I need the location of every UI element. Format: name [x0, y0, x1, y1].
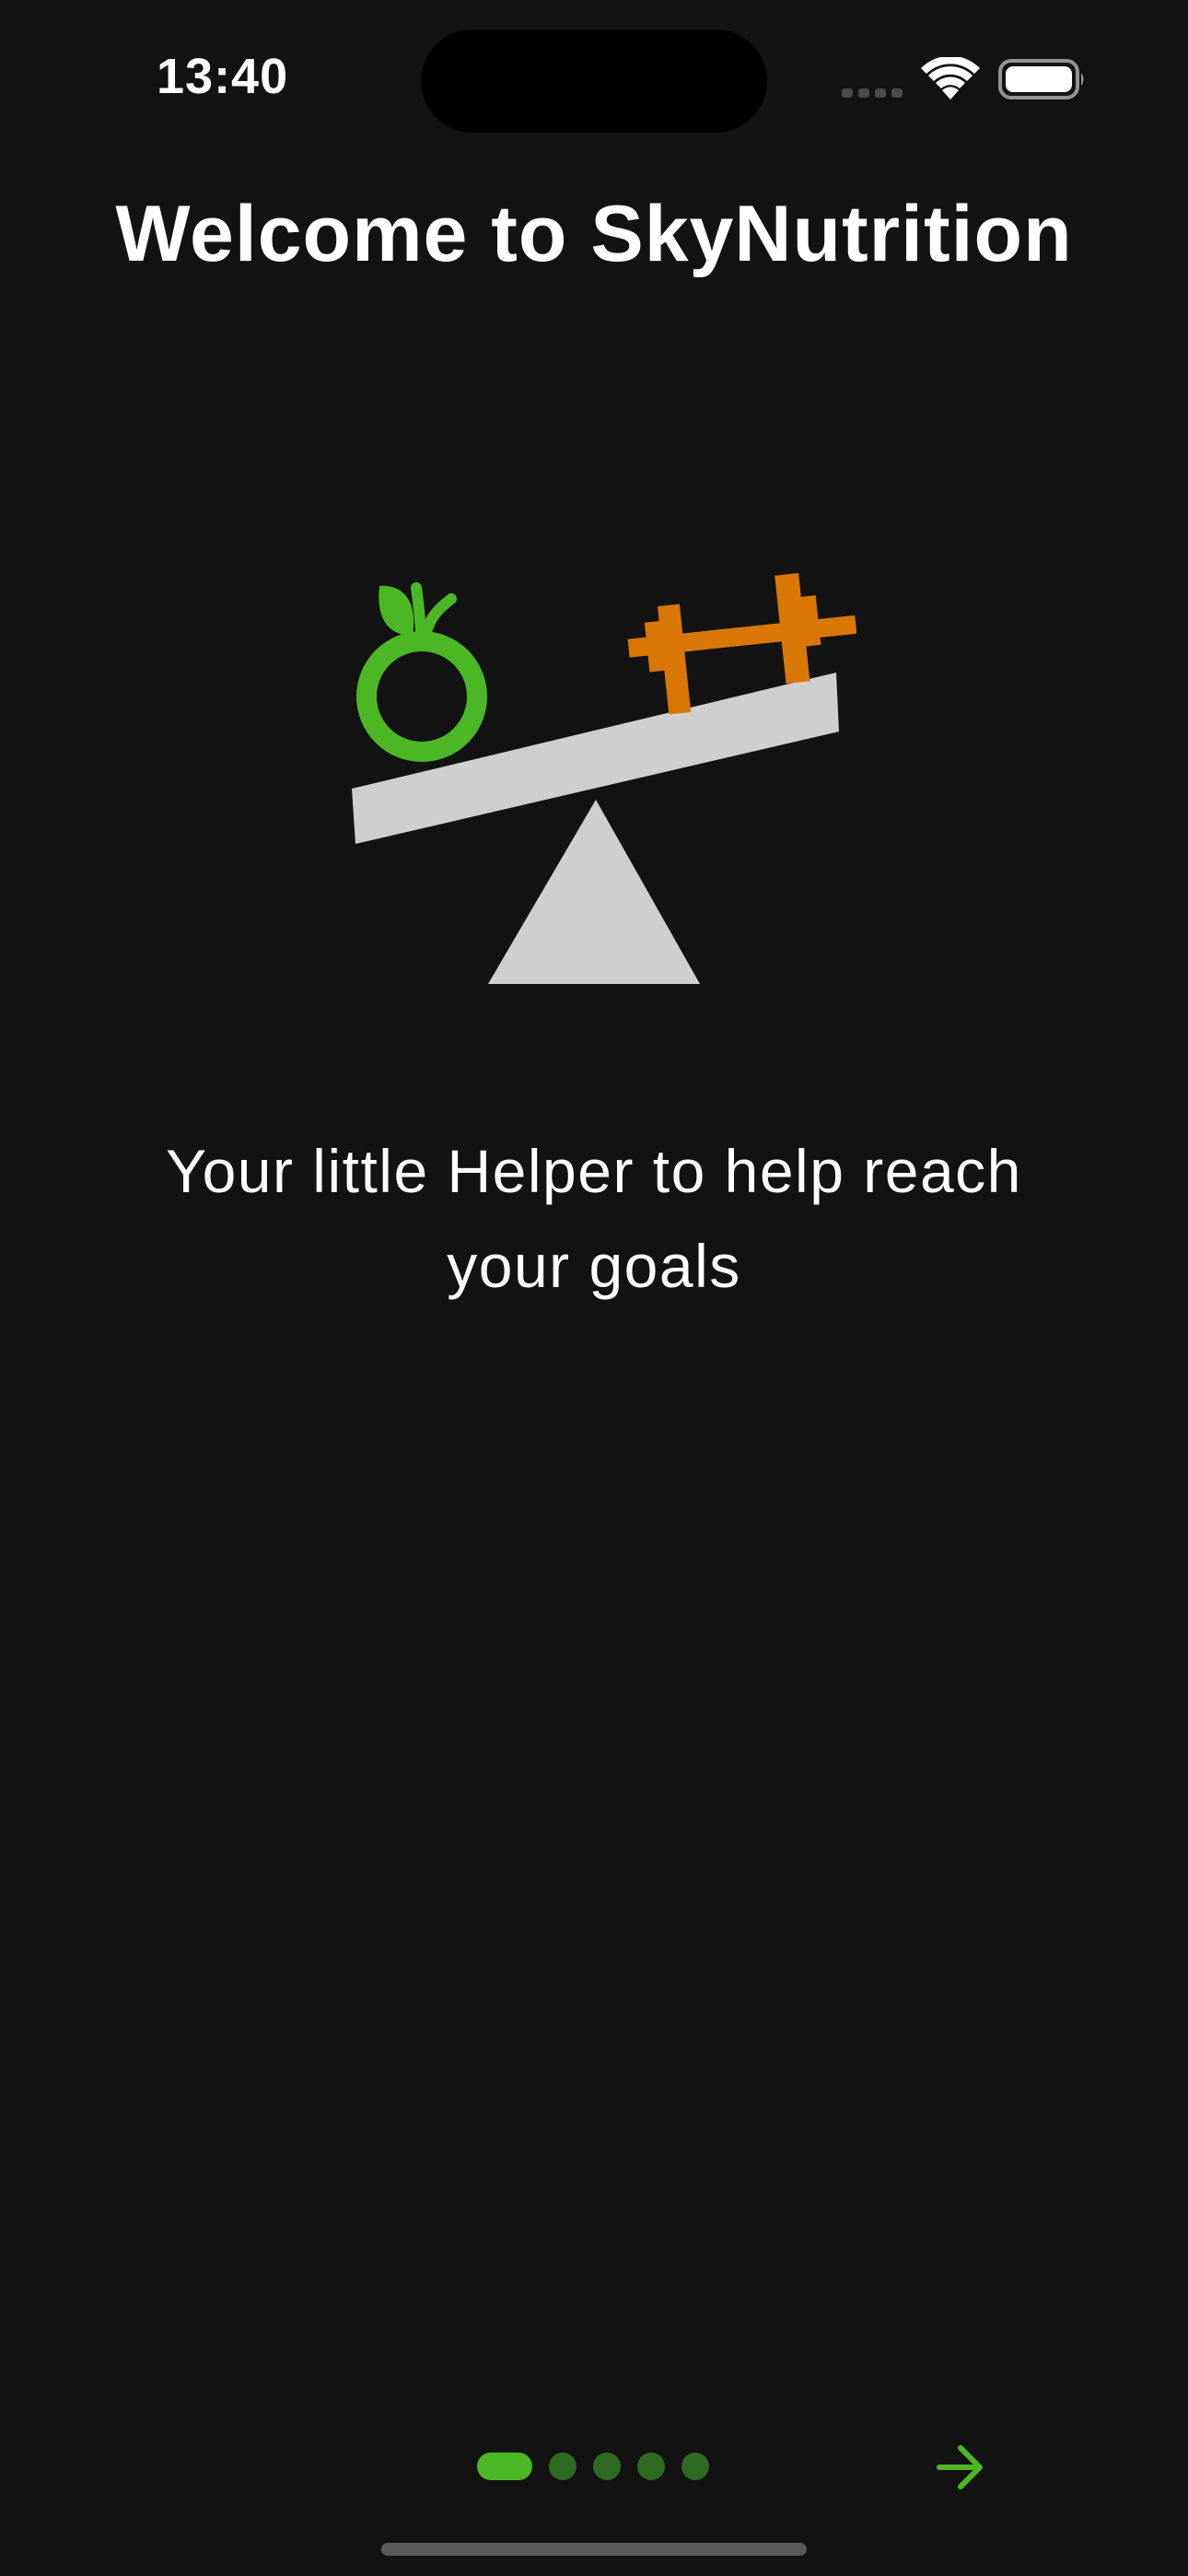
page-title: Welcome to SkyNutrition [115, 190, 1073, 278]
status-bar: 13:40 [0, 0, 1188, 157]
battery-icon [998, 59, 1084, 100]
page-indicator[interactable] [477, 2453, 709, 2480]
page-dot-4[interactable] [637, 2453, 665, 2480]
tagline-line-1: Your little Helper to help reach [166, 1137, 1022, 1205]
dynamic-island [421, 29, 767, 133]
apple-icon [356, 582, 487, 762]
page-dot-1[interactable] [477, 2453, 532, 2480]
status-time: 13:40 [157, 49, 289, 104]
page-dot-5[interactable] [681, 2453, 709, 2480]
seesaw-fulcrum [488, 800, 700, 984]
tagline: Your little Helper to help reach your go… [74, 1124, 1114, 1314]
arrow-right-icon [937, 2445, 983, 2489]
next-button[interactable] [930, 2437, 991, 2498]
tagline-line-2: your goals [447, 1232, 741, 1300]
cellular-signal-icon [842, 88, 903, 98]
home-indicator [381, 2543, 807, 2556]
page-dot-2[interactable] [549, 2453, 577, 2480]
wifi-icon [921, 57, 980, 100]
balance-illustration [352, 572, 856, 984]
page-dot-3[interactable] [593, 2453, 621, 2480]
